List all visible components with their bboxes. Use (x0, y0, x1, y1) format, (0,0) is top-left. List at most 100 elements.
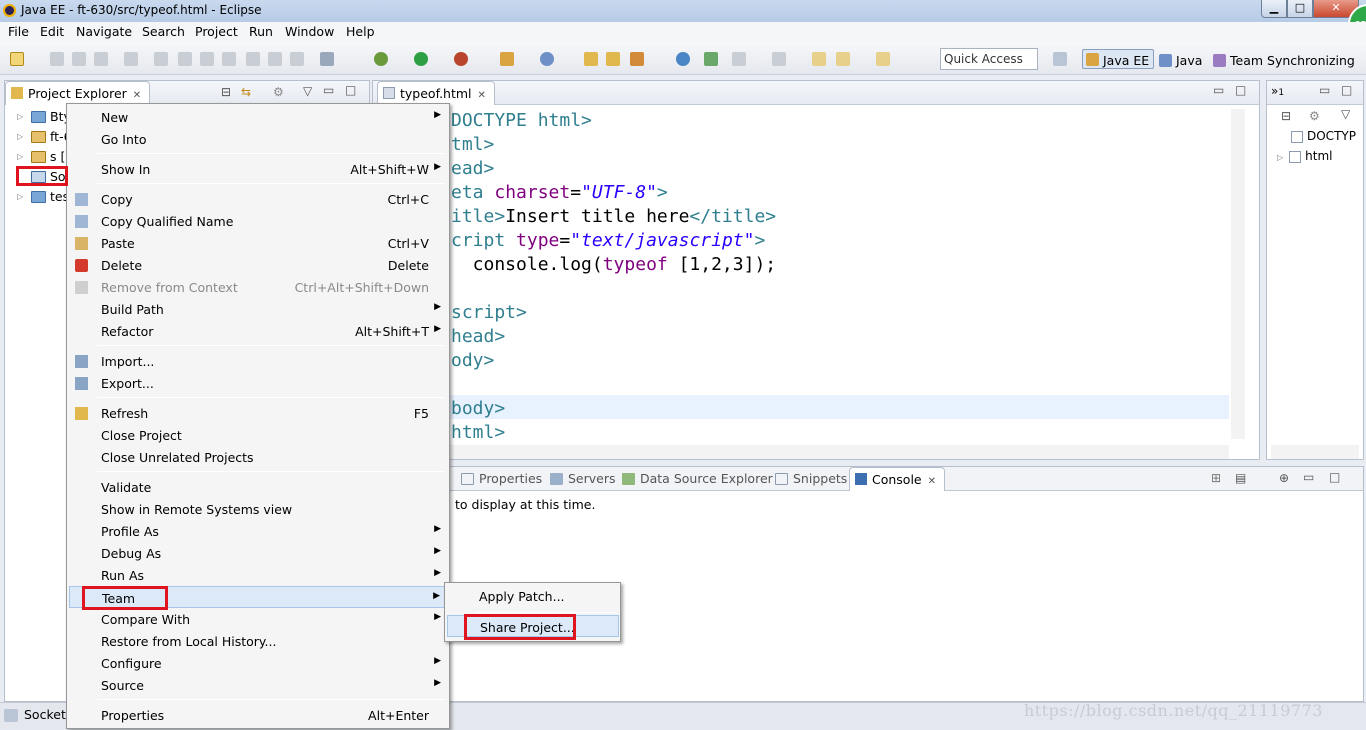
horizontal-scrollbar[interactable] (1271, 445, 1359, 459)
menu-item-refactor[interactable]: Refactor Alt+Shift+T ▶ (69, 320, 447, 342)
expand-icon[interactable]: ▷ (17, 152, 23, 161)
menu-item-validate[interactable]: Validate (69, 476, 447, 498)
menu-item-show-in[interactable]: Show In Alt+Shift+W ▶ (69, 158, 447, 180)
step-return-icon[interactable] (290, 52, 304, 66)
back-icon[interactable] (836, 52, 850, 66)
run-icon[interactable] (414, 52, 428, 66)
code-line[interactable]: tml> (451, 133, 776, 157)
suspend-icon[interactable] (178, 52, 192, 66)
menu-item-paste[interactable]: Paste Ctrl+V (69, 232, 447, 254)
code-line[interactable]: cript type="text/javascript"> (451, 229, 776, 253)
code-line[interactable]: body> (451, 397, 776, 421)
code-line[interactable]: ody> (451, 349, 776, 373)
menu-item-export[interactable]: Export... (69, 372, 447, 394)
expand-icon[interactable]: ▷ (17, 192, 23, 201)
menu-window[interactable]: Window (285, 24, 334, 39)
code-line[interactable]: ead> (451, 157, 776, 181)
expand-icon[interactable]: ▷ (17, 132, 23, 141)
expand-icon[interactable]: ▷ (1277, 153, 1283, 162)
code-line[interactable]: html> (451, 421, 776, 445)
menu-run[interactable]: Run (249, 24, 273, 39)
open-task-icon[interactable] (606, 52, 620, 66)
disconnect-icon[interactable] (222, 52, 236, 66)
code-line[interactable]: DOCTYPE html> (451, 109, 776, 133)
menu-navigate[interactable]: Navigate (76, 24, 132, 39)
maximize-view-icon[interactable]: □ (1235, 83, 1246, 97)
perspective-team-sync[interactable]: Team Synchronizing (1210, 51, 1359, 71)
save-all-icon[interactable] (72, 52, 86, 66)
search-icon[interactable] (630, 52, 644, 66)
perspective-java-ee[interactable]: Java EE (1082, 49, 1155, 69)
menu-item-remove-from-context[interactable]: Remove from Context Ctrl+Alt+Shift+Down (69, 276, 447, 298)
tab-data-source-explorer[interactable]: Data Source Explorer (622, 471, 773, 486)
tab-servers[interactable]: Servers (550, 471, 616, 486)
minimize-view-icon[interactable]: ▭ (323, 83, 334, 97)
menu-item-source[interactable]: Source ▶ (69, 674, 447, 696)
menu-item-restore-from-local-history[interactable]: Restore from Local History... (69, 630, 447, 652)
quick-access-input[interactable]: Quick Access (940, 48, 1038, 70)
perspective-java[interactable]: Java (1156, 51, 1206, 71)
forward-icon[interactable] (876, 52, 890, 66)
debug-icon[interactable] (374, 52, 388, 66)
menu-project[interactable]: Project (195, 24, 238, 39)
open-console-icon[interactable]: ⊕ (1279, 471, 1289, 485)
minimize-view-icon[interactable]: ▭ (1319, 83, 1330, 97)
fast-view-icon[interactable] (4, 709, 18, 722)
menu-item-run-as[interactable]: Run As ▶ (69, 564, 447, 586)
save-icon[interactable] (50, 52, 64, 66)
menu-file[interactable]: File (8, 24, 29, 39)
tab-typeof-html[interactable]: typeof.html ✕ (377, 81, 495, 105)
use-step-filters-icon[interactable] (320, 52, 334, 66)
outline-item[interactable]: ▷ html (1277, 149, 1333, 163)
sort-icon[interactable]: ⚙ (1309, 109, 1320, 123)
step-over-icon[interactable] (268, 52, 282, 66)
horizontal-scrollbar[interactable] (374, 445, 1229, 459)
last-edit-icon[interactable] (812, 52, 826, 66)
menu-edit[interactable]: Edit (40, 24, 64, 39)
menu-item-delete[interactable]: Delete Delete (69, 254, 447, 276)
menu-item-properties[interactable]: Properties Alt+Enter (69, 704, 447, 726)
code-line[interactable] (451, 277, 776, 301)
minimize-view-icon[interactable]: ▭ (1303, 470, 1314, 484)
code-line[interactable] (451, 373, 776, 397)
menu-item-copy[interactable]: Copy Ctrl+C (69, 188, 447, 210)
toggle-mark-icon[interactable] (704, 52, 718, 66)
close-tab-icon[interactable]: ✕ (133, 90, 141, 101)
next-annotation-icon[interactable] (732, 52, 746, 66)
menu-item-copy-qualified-name[interactable]: Copy Qualified Name (69, 210, 447, 232)
resume-icon[interactable] (154, 52, 168, 66)
focus-icon[interactable]: ⚙ (273, 85, 284, 99)
tab-snippets[interactable]: Snippets (775, 471, 847, 486)
maximize-button[interactable]: □ (1287, 0, 1313, 18)
maximize-view-icon[interactable]: □ (1341, 83, 1352, 97)
previous-annotation-icon[interactable] (772, 52, 786, 66)
tab-console[interactable]: Console ✕ (849, 467, 946, 491)
menu-item-import[interactable]: Import... (69, 350, 447, 372)
expand-icon[interactable]: ▷ (17, 112, 23, 121)
display-console-icon[interactable]: ▤ (1235, 471, 1246, 485)
menu-item-new[interactable]: New ▶ (69, 106, 447, 128)
link-editor-icon[interactable]: ⇆ (241, 85, 251, 99)
code-line[interactable]: console.log(typeof [1,2,3]); (451, 253, 776, 277)
collapse-all-icon[interactable]: ⊟ (1281, 109, 1291, 123)
menu-item-configure[interactable]: Configure ▶ (69, 652, 447, 674)
menu-help[interactable]: Help (346, 24, 375, 39)
tab-properties[interactable]: Properties (461, 471, 542, 486)
menu-item-close-unrelated-projects[interactable]: Close Unrelated Projects (69, 446, 447, 468)
open-type-icon[interactable] (584, 52, 598, 66)
web-browser-icon[interactable] (676, 52, 690, 66)
menu-item-profile-as[interactable]: Profile As ▶ (69, 520, 447, 542)
menu-item-refresh[interactable]: Refresh F5 (69, 402, 447, 424)
menu-item-build-path[interactable]: Build Path ▶ (69, 298, 447, 320)
outline-item[interactable]: DOCTYP (1291, 129, 1356, 143)
maximize-view-icon[interactable]: □ (1329, 470, 1340, 484)
code-line[interactable]: itle>Insert title here</title> (451, 205, 776, 229)
menu-item-compare-with[interactable]: Compare With ▶ (69, 608, 447, 630)
menu-item-show-in-remote-systems-view[interactable]: Show in Remote Systems view (69, 498, 447, 520)
step-into-icon[interactable] (246, 52, 260, 66)
skip-breakpoints-icon[interactable] (124, 52, 138, 66)
new-icon[interactable] (10, 52, 24, 66)
code-line[interactable]: script> (451, 301, 776, 325)
code-line[interactable]: eta charset="UTF-8"> (451, 181, 776, 205)
view-menu-icon[interactable]: ▽ (303, 84, 312, 98)
